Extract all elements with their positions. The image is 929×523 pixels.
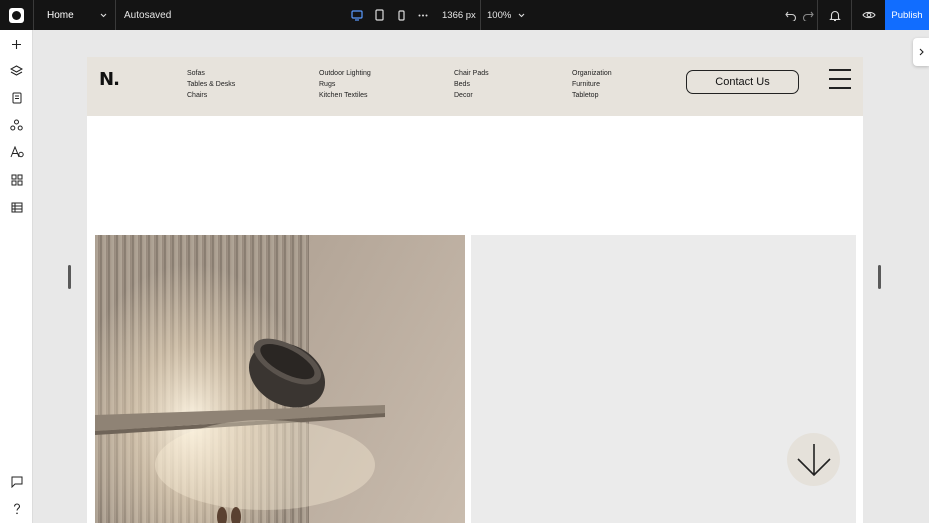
mobile-view-button[interactable] — [392, 0, 410, 30]
divider — [33, 0, 34, 30]
zoom-value: 100% — [487, 9, 512, 21]
apps-button[interactable] — [0, 115, 33, 135]
bell-icon — [829, 10, 841, 21]
eye-icon — [862, 11, 876, 19]
lamp-photo-illustration — [95, 235, 465, 523]
page-selector-label: Home — [47, 9, 74, 21]
save-status: Autosaved — [124, 9, 172, 21]
cms-table-icon — [11, 202, 22, 212]
hero-image[interactable] — [95, 235, 465, 523]
site-canvas: N. Sofas Tables & Desks Chairs Outdoor L… — [87, 57, 863, 523]
nav-link[interactable]: Rugs — [319, 79, 371, 90]
nav-column: Organization Furniture Tabletop — [572, 68, 612, 101]
chat-icon — [11, 476, 22, 488]
apps-icon — [10, 119, 23, 131]
nav-column: Chair Pads Beds Decor — [454, 68, 489, 101]
left-resize-handle[interactable] — [68, 265, 71, 289]
layers-button[interactable] — [0, 61, 33, 81]
chevron-down-icon — [518, 10, 525, 21]
nav-link[interactable]: Kitchen Textiles — [319, 90, 371, 101]
publish-button[interactable]: Publish — [885, 0, 929, 30]
page-selector[interactable]: Home — [47, 0, 107, 30]
chevron-down-icon — [100, 10, 107, 21]
desktop-icon — [351, 9, 363, 21]
site-logo[interactable]: N. — [99, 69, 120, 90]
pages-icon — [12, 92, 21, 104]
preview-button[interactable] — [860, 0, 878, 30]
editor-logo-icon — [9, 7, 24, 23]
divider — [115, 0, 116, 30]
divider — [817, 0, 818, 30]
scroll-down-button[interactable] — [787, 433, 840, 486]
mobile-icon — [397, 9, 405, 21]
editor-top-bar: Home Autosaved 1366 px 100% Publish — [0, 0, 929, 30]
design-icon — [10, 146, 24, 158]
nav-link[interactable]: Chairs — [187, 90, 235, 101]
layers-icon — [10, 65, 23, 76]
editor-left-rail — [0, 30, 33, 523]
nav-column: Sofas Tables & Desks Chairs — [187, 68, 235, 101]
chat-button[interactable] — [0, 472, 33, 492]
nav-link[interactable]: Organization — [572, 68, 612, 79]
right-resize-handle[interactable] — [878, 265, 881, 289]
nav-link[interactable]: Sofas — [187, 68, 235, 79]
editor-logo-button[interactable] — [0, 0, 33, 30]
redo-icon — [802, 11, 814, 21]
redo-button[interactable] — [799, 0, 817, 30]
nav-link[interactable]: Beds — [454, 79, 489, 90]
chevron-right-icon — [919, 48, 924, 56]
nav-link[interactable]: Decor — [454, 90, 489, 101]
tablet-icon — [374, 9, 384, 21]
nav-link[interactable]: Tabletop — [572, 90, 612, 101]
arrow-down-icon — [796, 443, 831, 476]
add-icon — [12, 39, 21, 49]
blocks-button[interactable] — [0, 170, 33, 190]
more-options-button[interactable] — [414, 0, 432, 30]
divider — [851, 0, 852, 30]
undo-button[interactable] — [782, 0, 800, 30]
site-header[interactable]: N. Sofas Tables & Desks Chairs Outdoor L… — [87, 57, 863, 116]
help-icon — [13, 503, 20, 515]
tablet-view-button[interactable] — [370, 0, 388, 30]
nav-link[interactable]: Chair Pads — [454, 68, 489, 79]
right-panel-toggle[interactable] — [913, 38, 929, 66]
help-button[interactable] — [0, 499, 33, 519]
hamburger-menu-icon[interactable] — [829, 69, 851, 89]
desktop-view-button[interactable] — [348, 0, 366, 30]
divider — [480, 0, 481, 30]
blocks-icon — [11, 174, 22, 186]
notifications-button[interactable] — [826, 0, 844, 30]
cms-button[interactable] — [0, 197, 33, 217]
undo-icon — [785, 11, 797, 21]
canvas-width-field[interactable]: 1366 px — [442, 0, 476, 30]
nav-link[interactable]: Outdoor Lighting — [319, 68, 371, 79]
nav-link[interactable]: Furniture — [572, 79, 612, 90]
zoom-selector[interactable]: 100% — [487, 0, 525, 30]
add-elements-button[interactable] — [0, 34, 33, 54]
nav-column: Outdoor Lighting Rugs Kitchen Textiles — [319, 68, 371, 101]
pages-button[interactable] — [0, 88, 33, 108]
contact-us-button[interactable]: Contact Us — [686, 70, 799, 94]
nav-link[interactable]: Tables & Desks — [187, 79, 235, 90]
more-icon — [418, 14, 428, 16]
design-button[interactable] — [0, 142, 33, 162]
